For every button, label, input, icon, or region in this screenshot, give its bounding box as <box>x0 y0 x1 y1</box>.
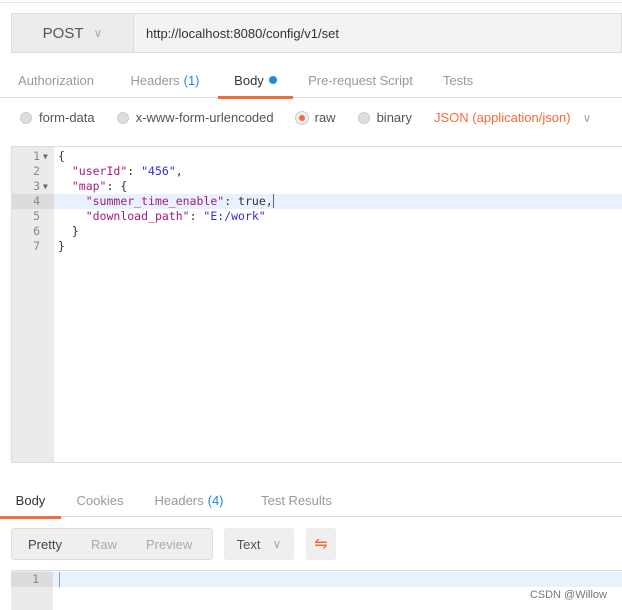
json-string: "E:/work" <box>203 209 266 223</box>
json-key: "download_path" <box>85 209 190 223</box>
body-editor[interactable]: 1 ▼{ 2 "userId": "456", 3 ▼ "map": { 4 "su… <box>11 146 622 463</box>
json-key: "summer_time_enable" <box>85 194 225 208</box>
content-type-label: JSON (application/json) <box>434 110 571 125</box>
json-key: "userId" <box>71 164 128 178</box>
content-type-select[interactable]: JSON (application/json) ∨ <box>434 110 591 125</box>
radio-label: binary <box>376 110 412 125</box>
response-tab-body[interactable]: Body <box>0 482 61 519</box>
code-line: 3 ▼ "map": { <box>12 179 622 194</box>
tab-label: Authorization <box>18 72 94 88</box>
response-tab-cookies[interactable]: Cookies <box>61 482 139 518</box>
radio-icon <box>116 111 129 124</box>
tab-pre-request-script[interactable]: Pre-request Script <box>293 62 428 98</box>
tab-label: Headers <box>130 72 180 88</box>
url-input[interactable]: http://localhost:8080/config/v1/set <box>134 14 621 52</box>
code-line: 1 ▼ { <box>12 149 622 164</box>
line-number: 5 <box>33 209 40 223</box>
line-number: 2 <box>33 164 40 178</box>
response-tabs: Body Cookies Headers (4) Test Results <box>0 482 622 519</box>
tab-label: Pre-request Script <box>308 72 413 88</box>
radio-binary[interactable]: binary <box>357 110 412 125</box>
chevron-down-icon: ∨ <box>582 110 592 125</box>
text-cursor <box>272 194 274 208</box>
watermark: CSDN @Willow <box>529 589 607 601</box>
code-line: 6 } <box>12 224 622 239</box>
code-line-active: 4 "summer_time_enable": true, <box>12 194 622 209</box>
brace: } <box>58 239 65 253</box>
json-bool: true <box>238 194 266 208</box>
radio-icon <box>20 111 32 124</box>
radio-label: raw <box>314 110 336 125</box>
line-number: 7 <box>33 239 40 253</box>
radio-label: form-data <box>39 110 95 125</box>
line-number: 1 <box>33 149 40 163</box>
code-line-active: 1 <box>11 572 622 587</box>
method-select[interactable]: POST ∨ <box>12 14 134 52</box>
line-number: 6 <box>33 224 40 238</box>
line-number: 4 <box>33 194 40 208</box>
top-divider <box>0 0 622 3</box>
tab-label: Body <box>234 72 264 88</box>
tab-body[interactable]: Body <box>218 62 293 99</box>
tab-headers[interactable]: Headers (1) <box>112 62 218 98</box>
tab-label: Cookies <box>76 492 124 508</box>
radio-selected-icon <box>295 111 308 124</box>
format-label: Text <box>236 536 261 552</box>
tab-tests[interactable]: Tests <box>428 62 488 98</box>
json-key: "map" <box>71 179 107 193</box>
response-tab-headers[interactable]: Headers (4) <box>139 482 239 518</box>
tab-label: Body <box>15 492 46 508</box>
code-line: 5 "download_path": "E:/work" <box>12 209 622 224</box>
tab-label: Headers <box>154 492 204 508</box>
radio-icon <box>357 111 370 124</box>
pretty-button[interactable]: Pretty <box>12 537 62 552</box>
request-bar: POST ∨ http://localhost:8080/config/v1/se… <box>11 13 622 53</box>
wrap-lines-button[interactable]: ⇋ <box>306 528 336 560</box>
line-number: 1 <box>32 572 39 586</box>
radio-form-data[interactable]: form-data <box>20 110 95 125</box>
fold-arrow-icon[interactable]: ▼ <box>43 149 48 164</box>
line-number: 3 <box>33 179 40 193</box>
brace: } <box>71 224 79 238</box>
view-mode-group: Pretty Raw Preview <box>11 528 213 560</box>
text-cursor <box>59 572 60 587</box>
tab-label: Test Results <box>261 492 332 508</box>
headers-count: (4) <box>207 492 224 508</box>
tab-label: Tests <box>442 72 474 88</box>
preview-button[interactable]: Preview <box>122 537 192 552</box>
format-select[interactable]: Text ∨ <box>224 528 294 560</box>
headers-count: (1) <box>183 72 200 88</box>
chevron-down-icon: ∨ <box>272 537 282 551</box>
radio-raw[interactable]: raw <box>295 110 336 125</box>
response-tab-test-results[interactable]: Test Results <box>239 482 354 518</box>
chevron-down-icon: ∨ <box>93 26 103 40</box>
modified-dot-icon <box>268 76 277 84</box>
request-tabs: Authorization Headers (1) Body Pre-reques… <box>0 62 622 99</box>
raw-button[interactable]: Raw <box>67 537 117 552</box>
brace: { <box>58 149 65 163</box>
radio-label: x-www-form-urlencoded <box>135 110 274 125</box>
code-line: 7} <box>12 239 622 254</box>
json-string: "456" <box>141 164 176 178</box>
wrap-icon: ⇋ <box>314 536 328 553</box>
tab-authorization[interactable]: Authorization <box>0 62 112 98</box>
code-line: 2 "userId": "456", <box>12 164 622 179</box>
fold-arrow-icon[interactable]: ▼ <box>43 179 48 194</box>
radio-urlencoded[interactable]: x-www-form-urlencoded <box>116 110 274 125</box>
body-mode-radios: form-data x-www-form-urlencoded raw bina… <box>20 110 591 125</box>
method-label: POST <box>42 24 84 42</box>
